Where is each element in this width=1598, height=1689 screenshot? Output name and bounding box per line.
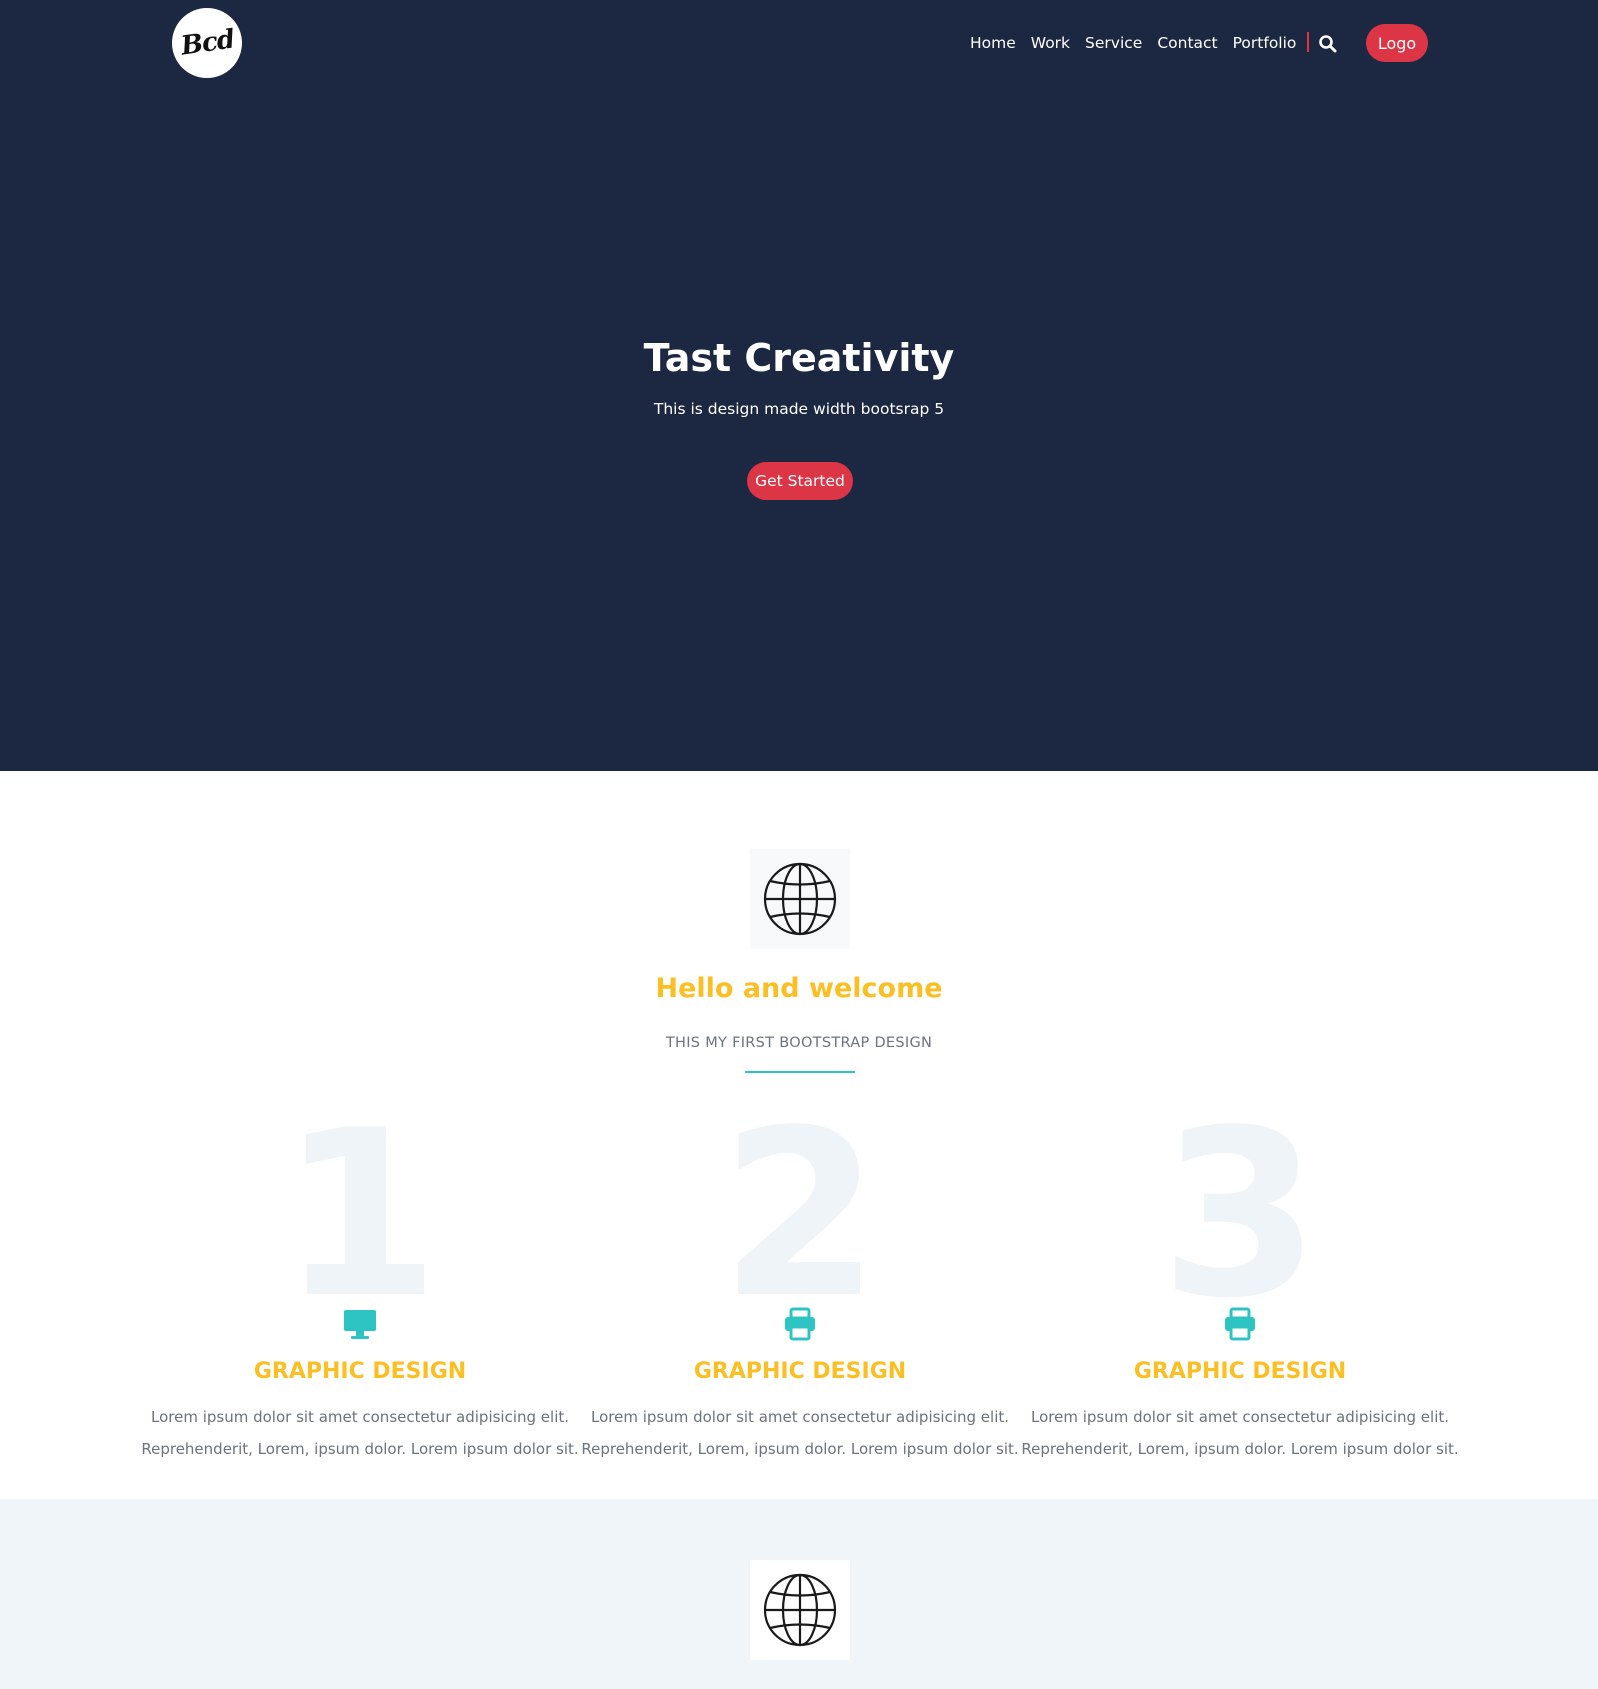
feature-card: 2 GRAPHIC DESIGN Lorem ipsum dolor sit a… [580,1101,1020,1459]
feature-text-line: Reprehenderit, Lorem, ipsum dolor. Lorem… [581,1440,1019,1458]
next-icon-box [750,1560,850,1660]
about-icon-box [750,849,850,949]
get-started-button[interactable]: Get Started [747,462,853,500]
feature-text: Lorem ipsum dolor sit amet consectetur a… [140,1401,580,1465]
feature-title: GRAPHIC DESIGN [1133,1359,1347,1384]
welcome-subtitle: THIS MY FIRST BOOTSTRAP DESIGN [665,1035,933,1051]
feature-title: GRAPHIC DESIGN [253,1359,467,1384]
printer-icon [785,1307,815,1341]
nav-link-contact[interactable]: Contact [1157,31,1217,55]
feature-text-line: Lorem ipsum dolor sit amet consectetur a… [590,1408,1010,1426]
feature-number: 3 [1159,1082,1321,1349]
next-section [0,1499,1598,1689]
feature-title: GRAPHIC DESIGN [693,1359,907,1384]
nav-link-service[interactable]: Service [1085,31,1142,55]
about-section: Hello and welcome THIS MY FIRST BOOTSTRA… [0,771,1598,1499]
feature-text: Lorem ipsum dolor sit amet consectetur a… [580,1401,1020,1465]
hero-section: Bcd Home Work Service Contact Portfolio … [0,0,1598,771]
feature-number: 1 [279,1082,441,1349]
feature-text: Lorem ipsum dolor sit amet consectetur a… [1020,1401,1460,1465]
feature-text-line: Lorem ipsum dolor sit amet consectetur a… [1030,1408,1450,1426]
globe-icon [763,1573,837,1647]
feature-number: 2 [719,1082,881,1349]
feature-text-line: Lorem ipsum dolor sit amet consectetur a… [150,1408,570,1426]
feature-text-line: Reprehenderit, Lorem, ipsum dolor. Lorem… [1021,1440,1459,1458]
brand-logo-text: Bcd [178,24,236,62]
brand-logo[interactable]: Bcd [172,8,242,78]
nav-link-home[interactable]: Home [970,31,1016,55]
search-icon[interactable] [1318,34,1338,54]
printer-icon [1225,1307,1255,1341]
nav-link-portfolio[interactable]: Portfolio [1233,31,1297,55]
globe-icon [763,862,837,936]
feature-text-line: Reprehenderit, Lorem, ipsum dolor. Lorem… [141,1440,579,1458]
hero-title: Tast Creativity [643,336,955,380]
feature-card: 3 GRAPHIC DESIGN Lorem ipsum dolor sit a… [1020,1101,1460,1459]
desktop-icon [344,1310,376,1339]
hero-subtitle: This is design made width bootsrap 5 [653,400,945,418]
welcome-title: Hello and welcome [655,973,943,1004]
nav-divider [1307,32,1309,52]
navbar: Bcd Home Work Service Contact Portfolio … [0,0,1598,86]
title-underline [745,1071,855,1073]
nav-link-work[interactable]: Work [1031,31,1070,55]
feature-card: 1 GRAPHIC DESIGN Lorem ipsum dolor sit a… [140,1101,580,1459]
nav-links: Home Work Service Contact Portfolio [970,31,1311,55]
logo-button[interactable]: Logo [1366,24,1428,62]
